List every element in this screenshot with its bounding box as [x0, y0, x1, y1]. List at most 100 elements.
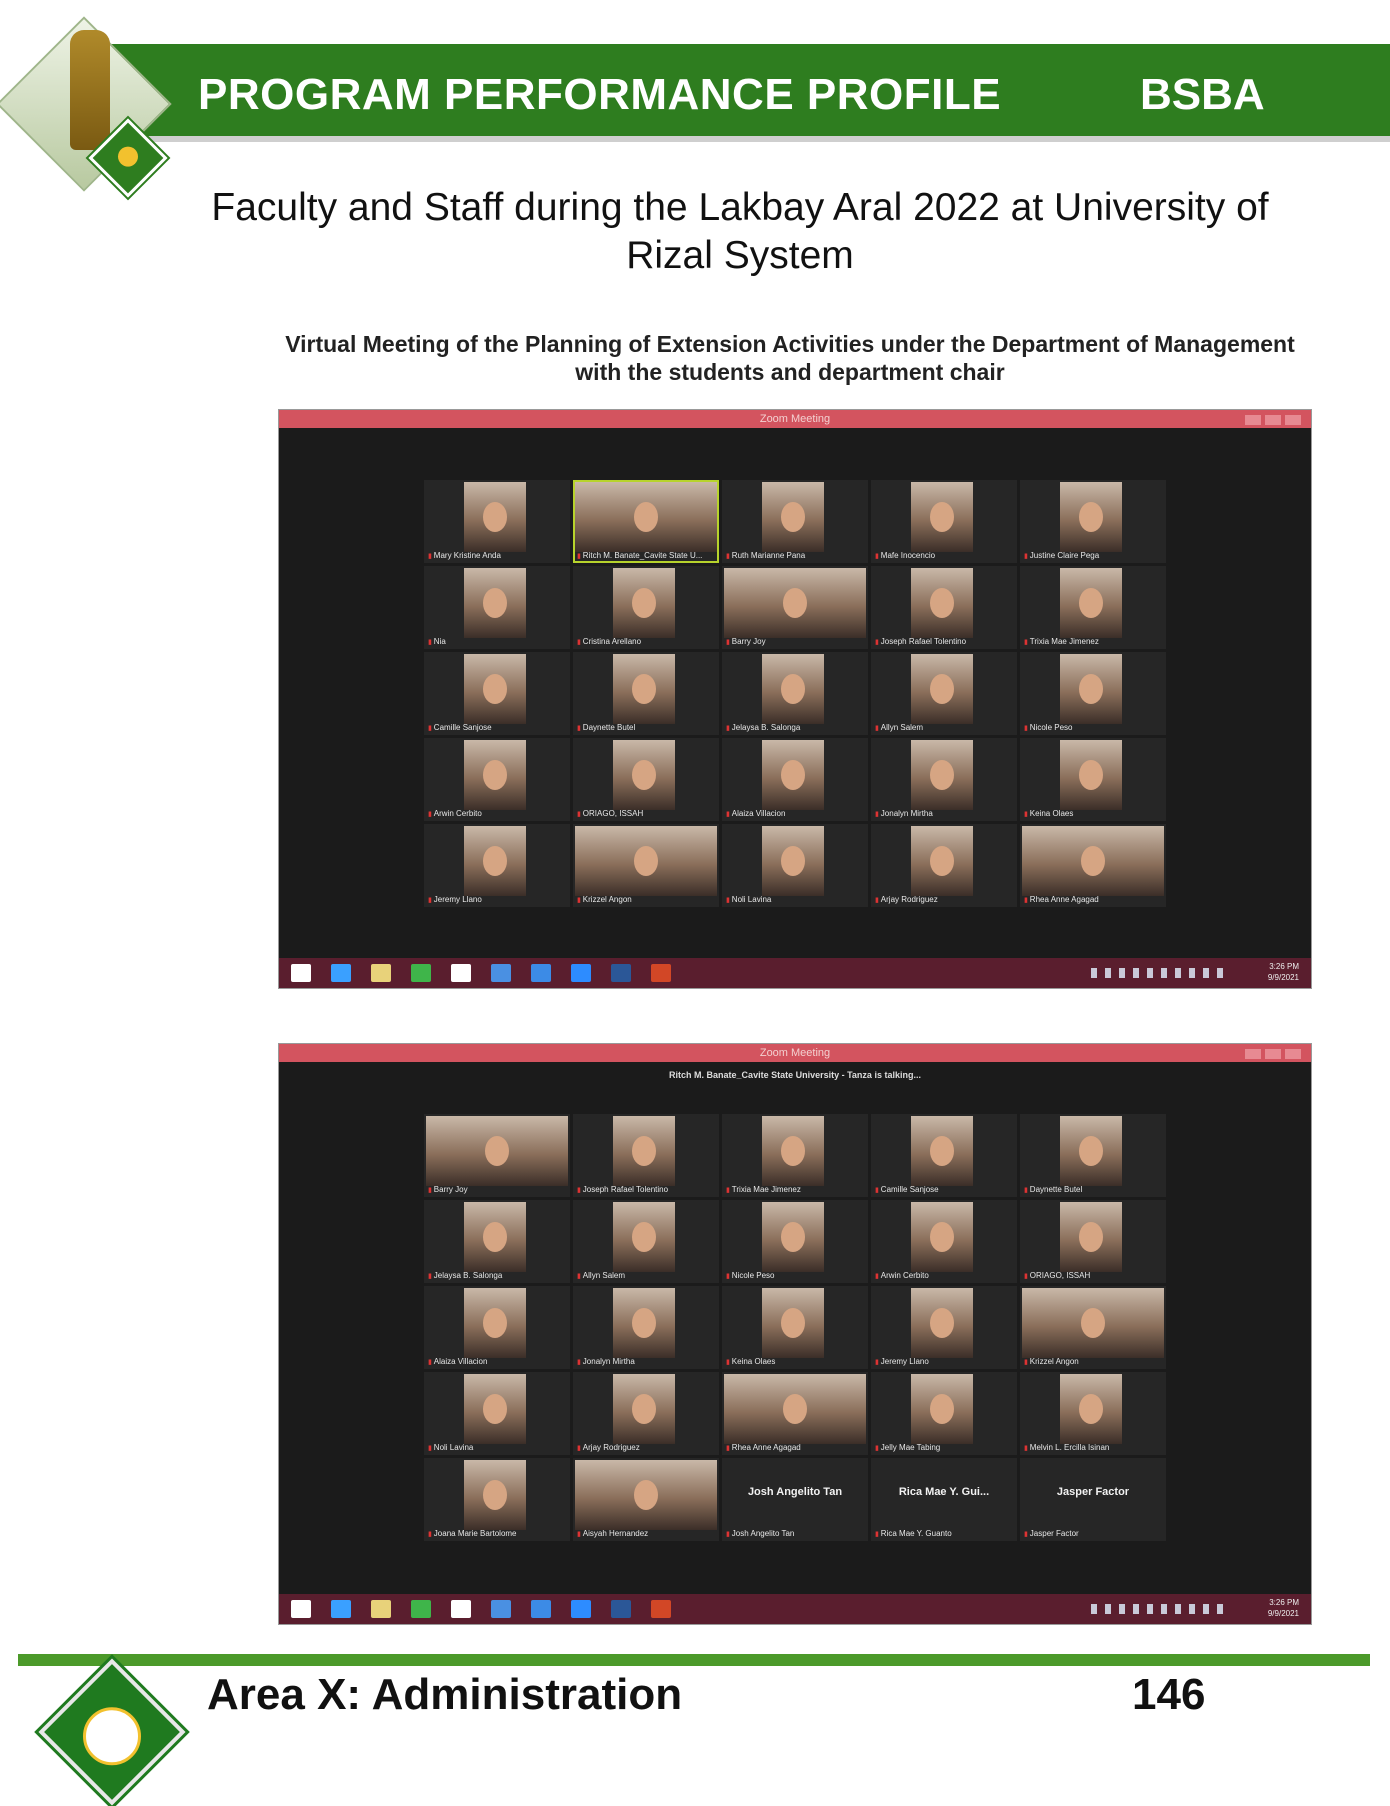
zoom-icon	[571, 964, 591, 982]
participant-display-name: Jasper Factor	[1056, 1486, 1130, 1498]
participant-tile: Krizzel Angon	[1020, 1286, 1166, 1369]
participant-name: Jonalyn Mirtha	[875, 809, 933, 818]
participant-face	[1079, 760, 1103, 790]
participant-tile: Cristina Arellano	[573, 566, 719, 649]
start-icon	[291, 964, 311, 982]
participant-tile: Daynette Butel	[1020, 1114, 1166, 1197]
participant-name: Jelly Mae Tabing	[875, 1443, 940, 1452]
participant-tile: Keina Olaes	[1020, 738, 1166, 821]
participant-video	[613, 740, 675, 810]
participant-name: Jeremy Llano	[428, 895, 482, 904]
taskbar-clock: 3:26 PM 9/9/2021	[1239, 1597, 1299, 1619]
participant-name: Joana Marie Bartolome	[428, 1529, 517, 1538]
participant-face	[1079, 588, 1103, 618]
participant-name: Joseph Rafael Tolentino	[875, 637, 966, 646]
participant-video	[1060, 482, 1122, 552]
participant-name: Keina Olaes	[1024, 809, 1074, 818]
participant-video	[1060, 1202, 1122, 1272]
participant-name: Joseph Rafael Tolentino	[577, 1185, 668, 1194]
participant-tile: Barry Joy	[722, 566, 868, 649]
participant-name: Noli Lavina	[428, 1443, 474, 1452]
participant-tile: Jeremy Llano	[424, 824, 570, 907]
participant-video	[464, 482, 526, 552]
participant-tile: Jelly Mae Tabing	[871, 1372, 1017, 1455]
participant-tile: Jeremy Llano	[871, 1286, 1017, 1369]
participant-face	[930, 674, 954, 704]
maximize-icon	[1265, 415, 1281, 425]
participant-name: Melvin L. Ercilla Isinan	[1024, 1443, 1110, 1452]
participant-name: Arwin Cerbito	[428, 809, 482, 818]
minimize-icon	[1245, 415, 1261, 425]
participant-tile: Arjay Rodriguez	[573, 1372, 719, 1455]
participant-name: Jelaysa B. Salonga	[428, 1271, 503, 1280]
participant-video	[762, 1202, 824, 1272]
participant-video	[613, 568, 675, 638]
close-icon	[1285, 415, 1301, 425]
participant-video	[911, 568, 973, 638]
caption-line-2: Rizal System	[626, 234, 854, 277]
participant-tile: Melvin L. Ercilla Isinan	[1020, 1372, 1166, 1455]
zoom-titlebar: Zoom Meeting	[279, 410, 1311, 428]
desktop-icon	[531, 1600, 551, 1618]
participant-face	[1081, 846, 1105, 876]
participant-name: Mary Kristine Anda	[428, 551, 501, 560]
participant-name: Ritch M. Banate_Cavite State U...	[577, 551, 703, 560]
participant-video	[464, 1202, 526, 1272]
participant-name: Nicole Peso	[726, 1271, 775, 1280]
participant-tile: Jelaysa B. Salonga	[722, 652, 868, 735]
participant-face	[781, 502, 805, 532]
participant-video	[426, 1116, 568, 1186]
participant-tile: Noli Lavina	[722, 824, 868, 907]
participant-face	[783, 588, 807, 618]
caption-line-1: Faculty and Staff during the Lakbay Aral…	[211, 186, 1269, 229]
participant-video	[613, 1116, 675, 1186]
footer-area-label: Area X: Administration	[207, 1670, 683, 1719]
participant-tile: Mary Kristine Anda	[424, 480, 570, 563]
header-title: PROGRAM PERFORMANCE PROFILE	[198, 70, 1002, 119]
participant-grid: Mary Kristine Anda Ritch M. Banate_Cavite…	[424, 480, 1166, 907]
participant-face	[1079, 674, 1103, 704]
participant-face	[930, 1136, 954, 1166]
participant-video	[911, 826, 973, 896]
participant-tile: ORIAGO, ISSAH	[573, 738, 719, 821]
participant-face	[781, 1136, 805, 1166]
participant-name: Nicole Peso	[1024, 723, 1073, 732]
participant-name: Arwin Cerbito	[875, 1271, 929, 1280]
participant-name: Allyn Salem	[875, 723, 923, 732]
participant-tile: Nia	[424, 566, 570, 649]
participant-video	[762, 1288, 824, 1358]
participant-video	[911, 482, 973, 552]
participant-video	[911, 1116, 973, 1186]
participant-face	[781, 760, 805, 790]
participant-video	[464, 1288, 526, 1358]
participant-display-name: Rica Mae Y. Gui...	[898, 1486, 990, 1498]
participant-video	[762, 482, 824, 552]
store-icon	[411, 1600, 431, 1618]
participant-face	[483, 674, 507, 704]
participant-name: Krizzel Angon	[1024, 1357, 1079, 1366]
participant-name: Daynette Butel	[1024, 1185, 1082, 1194]
participant-face	[483, 502, 507, 532]
participant-name: Barry Joy	[428, 1185, 468, 1194]
participant-face	[632, 674, 656, 704]
participant-face	[930, 588, 954, 618]
participant-video	[575, 482, 717, 552]
participant-face	[1079, 1136, 1103, 1166]
participant-face	[483, 1308, 507, 1338]
photos-icon	[491, 1600, 511, 1618]
participant-face	[632, 1136, 656, 1166]
participant-face	[483, 588, 507, 618]
word-icon	[611, 964, 631, 982]
participant-tile: Trixia Mae Jimenez	[722, 1114, 868, 1197]
participant-name: Trixia Mae Jimenez	[726, 1185, 801, 1194]
participant-tile: Aisyah Hernandez	[573, 1458, 719, 1541]
close-icon	[1285, 1049, 1301, 1059]
folder-icon	[371, 1600, 391, 1618]
participant-video	[613, 1288, 675, 1358]
photos-icon	[491, 964, 511, 982]
participant-name: Ruth Marianne Pana	[726, 551, 805, 560]
participant-face	[1079, 1394, 1103, 1424]
participant-name: Jonalyn Mirtha	[577, 1357, 635, 1366]
participant-face	[634, 846, 658, 876]
page-caption: Faculty and Staff during the Lakbay Aral…	[150, 184, 1330, 280]
